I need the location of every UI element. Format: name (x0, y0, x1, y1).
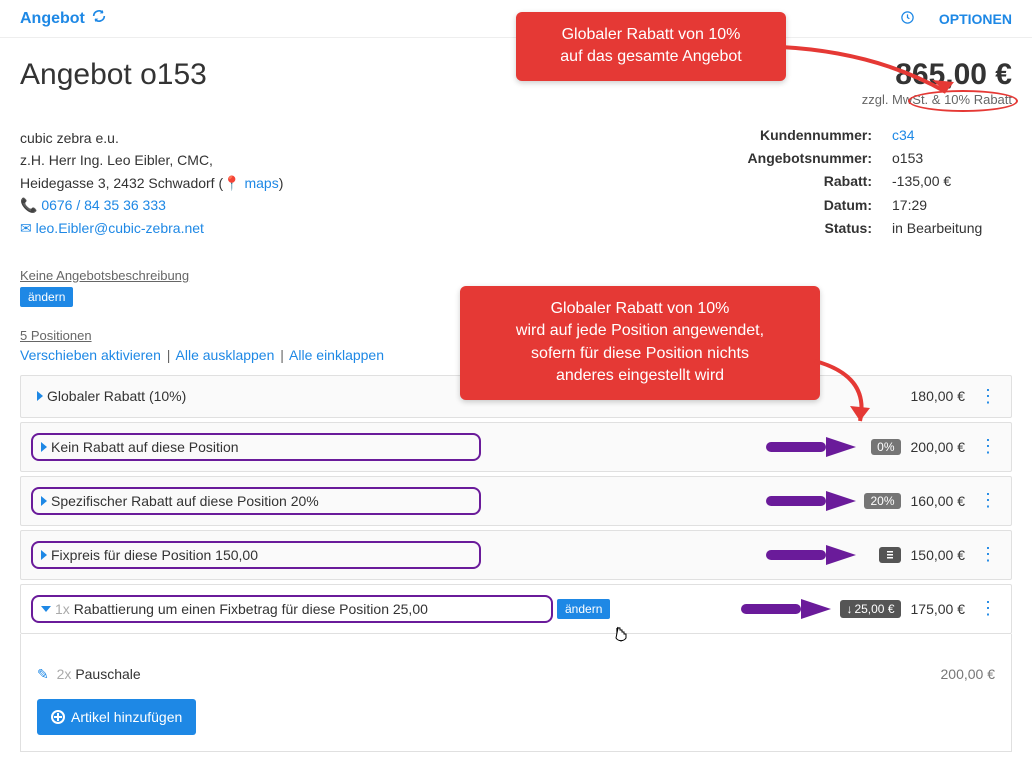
label-rabatt: Rabatt: (748, 173, 872, 192)
phone-icon: 📞 (20, 197, 37, 213)
collapse-all-link[interactable]: Alle einklappen (289, 347, 384, 363)
pencil-icon[interactable]: ✎ (37, 666, 49, 682)
position-label: Rabattierung um einen Fixbetrag für dies… (74, 601, 428, 617)
subitem-price: 200,00 € (941, 666, 996, 682)
position-change-button[interactable]: ändern (557, 599, 610, 619)
annotation-callout-1: Globaler Rabatt von 10% auf das gesamte … (516, 12, 786, 81)
caret-down-icon (41, 606, 51, 612)
position-qty: 1x (55, 601, 70, 617)
position-price: 175,00 € (911, 601, 966, 617)
discount-badge: 20% (864, 493, 900, 509)
kebab-menu-icon[interactable]: ⋮ (975, 436, 1001, 457)
plus-circle-icon (51, 710, 65, 724)
label-datum: Datum: (748, 197, 872, 216)
description-change-button[interactable]: ändern (20, 287, 73, 307)
rabatt-value: -135,00 € (892, 173, 1012, 192)
annotation-callout-2: Globaler Rabatt von 10% wird auf jede Po… (460, 286, 820, 400)
company-block: cubic zebra e.u. z.H. Herr Ing. Leo Eibl… (20, 127, 708, 239)
fixed-amount-badge: ↓25,00 € (840, 600, 900, 618)
maps-link[interactable]: maps (244, 175, 278, 191)
details-grid: Kundennummer: c34 Angebotsnummer: o153 R… (748, 127, 1012, 239)
arrow-down-icon: ↓ (846, 602, 852, 616)
refresh-icon[interactable] (91, 8, 107, 29)
datum-value: 17:29 (892, 197, 1012, 216)
label-angebotsnummer: Angebotsnummer: (748, 150, 872, 169)
position-label: Spezifischer Rabatt auf diese Position 2… (51, 493, 319, 509)
caret-right-icon (41, 550, 47, 560)
annotation-arrow-icon (776, 42, 976, 102)
position-price: 160,00 € (911, 493, 966, 509)
position-label: Kein Rabatt auf diese Position (51, 439, 239, 455)
company-contact: z.H. Herr Ing. Leo Eibler, CMC, (20, 149, 708, 171)
position-label: Globaler Rabatt (10%) (47, 388, 186, 404)
breadcrumb[interactable]: Angebot (20, 8, 107, 29)
subitem-qty: 2x (57, 666, 72, 682)
position-row[interactable]: Spezifischer Rabatt auf diese Position 2… (20, 476, 1012, 526)
company-name: cubic zebra e.u. (20, 127, 708, 149)
no-description-link[interactable]: Keine Angebotsbeschreibung (20, 268, 189, 283)
position-label: Fixpreis für diese Position 150,00 (51, 547, 258, 563)
annotation-arrow-icon (810, 356, 930, 436)
position-row[interactable]: Fixpreis für diese Position 150,00 150,0… (20, 530, 1012, 580)
position-price: 200,00 € (911, 439, 966, 455)
kebab-menu-icon[interactable]: ⋮ (975, 598, 1001, 619)
phone-link[interactable]: 0676 / 84 35 36 333 (41, 197, 166, 213)
options-link[interactable]: OPTIONEN (939, 11, 1012, 27)
breadcrumb-title: Angebot (20, 10, 85, 28)
label-status: Status: (748, 220, 872, 239)
caret-right-icon (37, 391, 43, 401)
position-price: 150,00 € (911, 547, 966, 563)
label-kundennummer: Kundennummer: (748, 127, 872, 146)
company-address: Heidegasse 3, 2432 Schwadorf ( (20, 175, 223, 191)
kundennummer-link[interactable]: c34 (892, 127, 915, 143)
status-value: in Bearbeitung (892, 220, 1012, 239)
kebab-menu-icon[interactable]: ⋮ (975, 544, 1001, 565)
cursor-pointer-icon (611, 626, 631, 653)
position-row-expanded[interactable]: 1x Rabattierung um einen Fixbetrag für d… (20, 584, 1012, 634)
caret-right-icon (41, 496, 47, 506)
clock-icon[interactable] (900, 10, 915, 28)
caret-right-icon (41, 442, 47, 452)
page-title: Angebot o153 (20, 58, 207, 92)
discount-badge: 0% (871, 439, 900, 455)
move-activate-link[interactable]: Verschieben aktivieren (20, 347, 161, 363)
add-article-button[interactable]: Artikel hinzufügen (37, 699, 196, 735)
kebab-menu-icon[interactable]: ⋮ (975, 386, 1001, 407)
subitem-label: Pauschale (75, 666, 140, 682)
pin-icon: 📍 (223, 175, 240, 191)
kebab-menu-icon[interactable]: ⋮ (975, 490, 1001, 511)
fixprice-badge-icon (879, 547, 901, 563)
mail-icon: ✉ (20, 220, 32, 236)
expand-all-link[interactable]: Alle ausklappen (176, 347, 275, 363)
positions-count-link[interactable]: 5 Positionen (20, 328, 92, 343)
email-link[interactable]: leo.Eibler@cubic-zebra.net (36, 220, 204, 236)
position-expanded-body: ✎ 2x Pauschale 200,00 € Artikel hinzufüg… (20, 634, 1012, 752)
angebotsnummer-value: o153 (892, 150, 1012, 169)
